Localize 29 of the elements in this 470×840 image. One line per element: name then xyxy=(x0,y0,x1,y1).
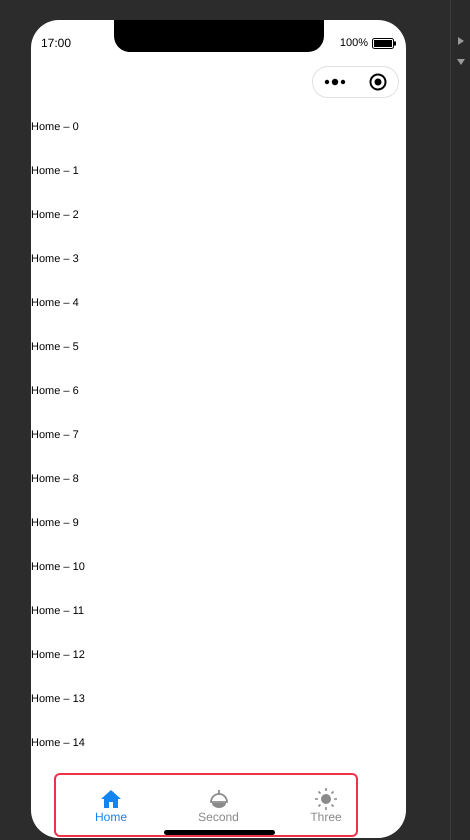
list-item: Home – 8 xyxy=(31,472,79,486)
list-item: Home – 1 xyxy=(31,164,79,178)
status-time: 17:00 xyxy=(41,35,72,52)
sun-icon xyxy=(315,788,337,810)
close-icon[interactable] xyxy=(368,73,387,92)
list-item: Home – 12 xyxy=(31,648,85,662)
tab[interactable]: Home xyxy=(61,788,161,824)
tab[interactable]: Second xyxy=(168,788,268,824)
more-icon[interactable] xyxy=(324,78,346,86)
list-item: Home – 5 xyxy=(31,340,79,354)
list-item: Home – 9 xyxy=(31,516,79,530)
capsule-menu[interactable] xyxy=(312,66,399,98)
collapse-icon[interactable] xyxy=(456,59,464,65)
home-icon xyxy=(101,790,121,808)
bell-icon xyxy=(208,790,228,808)
list-item: Home – 14 xyxy=(31,736,85,750)
battery-percent: 100% xyxy=(340,36,368,51)
list-item: Home – 6 xyxy=(31,384,79,398)
list-item: Home – 4 xyxy=(31,296,79,310)
list-item: Home – 7 xyxy=(31,428,79,442)
list-item: Home – 13 xyxy=(31,692,85,706)
list-item: Home – 2 xyxy=(31,208,79,222)
list-item: Home – 11 xyxy=(31,604,84,618)
tab[interactable]: Three xyxy=(276,788,376,824)
battery-icon xyxy=(372,38,396,49)
list-item: Home – 0 xyxy=(31,120,79,134)
expand-icon[interactable] xyxy=(458,37,464,45)
list-item: Home – 10 xyxy=(31,560,85,574)
list-item: Home – 3 xyxy=(31,252,79,266)
